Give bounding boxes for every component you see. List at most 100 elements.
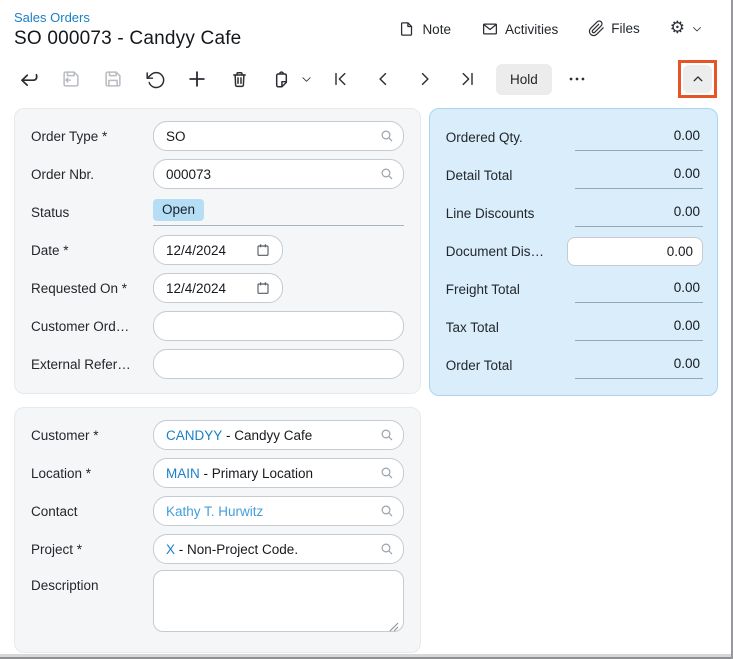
description-label: Description <box>31 570 153 642</box>
search-icon[interactable] <box>379 465 395 481</box>
chevron-up-icon <box>691 72 705 86</box>
document-discounts-label: Document Dis… <box>446 244 567 259</box>
line-discounts-row: Line Discounts 0.00 <box>446 194 703 232</box>
document-discounts-row: Document Dis… <box>446 232 703 270</box>
save-icon <box>102 68 124 90</box>
status-row: Status Open <box>31 193 404 231</box>
left-column: Order Type * Order Nbr. <box>14 108 421 653</box>
back-button[interactable] <box>14 64 44 94</box>
customer-info-panel: Customer * CANDYY - Candyy Cafe Location… <box>14 407 421 653</box>
sales-order-window: Sales Orders SO 000073 - Candyy Cafe Not… <box>0 0 733 659</box>
title-block: Sales Orders SO 000073 - Candyy Cafe <box>14 10 241 50</box>
clipboard-icon <box>271 69 292 90</box>
calendar-icon[interactable] <box>255 280 271 296</box>
first-record-icon <box>331 69 351 89</box>
order-totals-panel: Ordered Qty. 0.00 Detail Total 0.00 Line… <box>429 108 718 396</box>
note-label: Note <box>422 22 451 37</box>
order-info-panel: Order Type * Order Nbr. <box>14 108 421 394</box>
files-button[interactable]: Files <box>588 20 640 37</box>
save-and-close-icon <box>60 68 82 90</box>
date-row: Date * <box>31 231 404 269</box>
location-row: Location * MAIN - Primary Location <box>31 454 404 492</box>
collapse-summary-button[interactable] <box>683 65 712 93</box>
external-reference-input[interactable] <box>153 349 404 379</box>
envelope-icon <box>481 20 499 38</box>
first-record-button[interactable] <box>326 64 356 94</box>
external-reference-label: External Refer… <box>31 357 153 372</box>
more-actions-button[interactable] <box>562 64 592 94</box>
document-discounts-input[interactable] <box>567 237 703 266</box>
status-label: Status <box>31 205 153 220</box>
cancel-undo-button[interactable] <box>140 64 170 94</box>
tax-total-label: Tax Total <box>446 320 575 335</box>
note-icon <box>398 20 416 38</box>
customer-input[interactable]: CANDYY - Candyy Cafe <box>153 420 404 450</box>
add-new-record-button[interactable] <box>182 64 212 94</box>
page-title: SO 000073 - Candyy Cafe <box>14 28 241 50</box>
copy-paste-button[interactable] <box>266 64 296 94</box>
customer-label: Customer * <box>31 428 153 443</box>
search-icon[interactable] <box>379 166 395 182</box>
search-icon[interactable] <box>379 128 395 144</box>
external-reference-row: External Refer… <box>31 345 404 383</box>
delete-button[interactable] <box>224 64 254 94</box>
search-icon[interactable] <box>379 541 395 557</box>
project-label: Project * <box>31 542 153 557</box>
previous-record-button[interactable] <box>368 64 398 94</box>
note-button[interactable]: Note <box>398 20 451 38</box>
contact-link[interactable]: Kathy T. Hurwitz <box>166 504 263 519</box>
save-button[interactable] <box>98 64 128 94</box>
breadcrumb[interactable]: Sales Orders <box>14 10 241 25</box>
customer-code-link[interactable]: CANDYY <box>166 428 222 443</box>
chevron-left-icon <box>373 69 393 89</box>
activities-label: Activities <box>505 22 558 37</box>
order-total-row: Order Total 0.00 <box>446 346 703 384</box>
customer-order-row: Customer Ord… <box>31 307 404 345</box>
date-label: Date * <box>31 243 153 258</box>
order-nbr-input[interactable] <box>153 159 404 189</box>
save-and-close-button[interactable] <box>56 64 86 94</box>
chevron-right-icon <box>415 69 435 89</box>
calendar-icon[interactable] <box>255 242 271 258</box>
back-arrow-icon <box>17 67 41 91</box>
search-icon[interactable] <box>379 503 395 519</box>
copy-paste-dropdown-button[interactable] <box>298 64 314 94</box>
last-record-icon <box>457 69 477 89</box>
activities-button[interactable]: Activities <box>481 20 558 38</box>
order-type-input[interactable] <box>153 121 404 151</box>
ellipsis-icon <box>566 68 588 90</box>
focus-highlight-box <box>678 60 717 98</box>
search-icon[interactable] <box>379 427 395 443</box>
freight-total-value: 0.00 <box>575 276 703 303</box>
customer-order-input[interactable] <box>153 311 404 341</box>
location-label: Location * <box>31 466 153 481</box>
summary-area: Order Type * Order Nbr. <box>0 99 731 653</box>
contact-input[interactable]: Kathy T. Hurwitz <box>153 496 404 526</box>
paperclip-icon <box>588 20 605 37</box>
files-label: Files <box>611 21 640 36</box>
ordered-qty-value: 0.00 <box>575 124 703 151</box>
settings-chevron-down-icon <box>691 23 703 35</box>
status-badge: Open <box>153 199 204 221</box>
freight-total-label: Freight Total <box>446 282 575 297</box>
contact-label: Contact <box>31 504 153 519</box>
detail-total-value: 0.00 <box>575 162 703 189</box>
chevron-down-icon <box>301 74 312 85</box>
last-record-button[interactable] <box>452 64 482 94</box>
description-textarea[interactable] <box>153 570 404 632</box>
location-code-link[interactable]: MAIN <box>166 466 200 481</box>
project-input[interactable]: X - Non-Project Code. <box>153 534 404 564</box>
undo-icon <box>145 69 166 90</box>
hold-button[interactable]: Hold <box>496 64 552 95</box>
customer-row: Customer * CANDYY - Candyy Cafe <box>31 416 404 454</box>
order-nbr-label: Order Nbr. <box>31 167 153 182</box>
project-code-link[interactable]: X <box>166 542 175 557</box>
location-input[interactable]: MAIN - Primary Location <box>153 458 404 488</box>
requested-on-label: Requested On * <box>31 281 153 296</box>
settings-menu-button[interactable]: ⚙ <box>670 20 703 37</box>
detail-total-row: Detail Total 0.00 <box>446 156 703 194</box>
order-total-value: 0.00 <box>575 352 703 379</box>
horizontal-scrollbar[interactable] <box>0 654 731 659</box>
freight-total-row: Freight Total 0.00 <box>446 270 703 308</box>
next-record-button[interactable] <box>410 64 440 94</box>
